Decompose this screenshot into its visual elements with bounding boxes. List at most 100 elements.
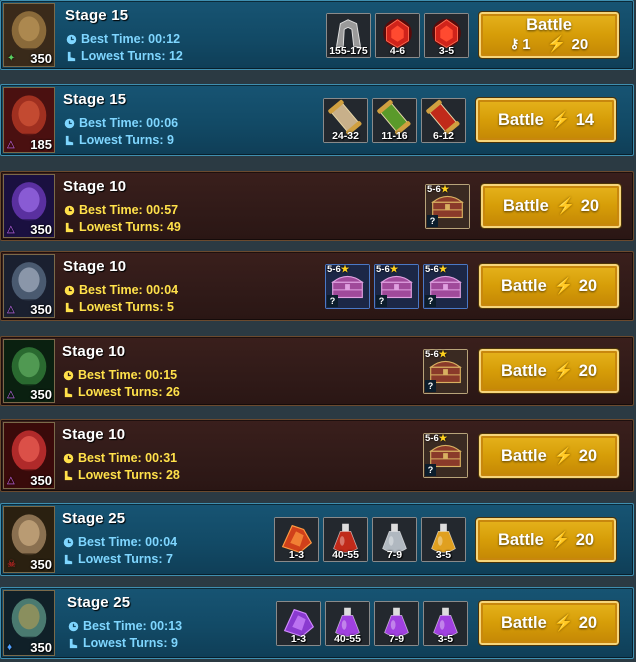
- stage-row: 350 △ Stage 10 Best Time: 00:31 Lowest Turns…: [0, 419, 634, 492]
- star-range: 5-6: [376, 264, 390, 275]
- lightning-icon: ⚡: [546, 36, 567, 53]
- reward-item[interactable]: 7-9: [372, 517, 417, 562]
- reward-range: 3-5: [438, 45, 455, 57]
- energy-cost: 20: [578, 276, 598, 295]
- best-time: Best Time: 00:06: [64, 116, 178, 130]
- best-time-text: Best Time: 00:12: [81, 32, 181, 46]
- lowest-turns: Lowest Turns: 7: [63, 552, 173, 566]
- reward-item[interactable]: 5-6★?: [325, 264, 370, 309]
- unknown-badge: ?: [427, 215, 438, 227]
- boot-icon: [67, 51, 76, 61]
- reward-item[interactable]: 5-6★?: [423, 264, 468, 309]
- lightning-icon: ⚡: [553, 615, 574, 632]
- clock-icon: [63, 537, 74, 547]
- reward-item[interactable]: 1-3: [276, 601, 321, 646]
- reward-item[interactable]: 11-16: [372, 98, 417, 143]
- star-icon: ★: [438, 433, 448, 444]
- stage-list: 350 ✦ Stage 15 Best Time: 00:12 Lowest Turns…: [0, 0, 636, 662]
- reward-item[interactable]: 40-55: [325, 601, 370, 646]
- champion-portrait[interactable]: 350 ♦: [3, 590, 55, 656]
- reward-item[interactable]: 5-6★?: [374, 264, 419, 309]
- rewards: 24-32 11-16 6-12: [323, 98, 466, 143]
- purple-triangle-icon: △: [7, 389, 15, 400]
- star-icon: ★: [340, 264, 350, 275]
- reward-range: 24-32: [332, 130, 359, 142]
- battle-button[interactable]: Battle ⚡ 20: [478, 433, 620, 479]
- clock-icon: [64, 285, 75, 295]
- clock-icon: [63, 453, 74, 463]
- lowest-turns-text: Lowest Turns: 7: [78, 552, 173, 566]
- reward-item[interactable]: 155-175: [326, 13, 371, 58]
- stage-title: Stage 10: [62, 343, 126, 360]
- boot-icon: [64, 387, 73, 397]
- star-icon: ★: [389, 264, 399, 275]
- reward-stars: 5-6★: [425, 433, 447, 444]
- battle-button[interactable]: Battle ⚡ 20: [478, 600, 620, 646]
- reward-item[interactable]: 24-32: [323, 98, 368, 143]
- lowest-turns: Lowest Turns: 5: [64, 300, 174, 314]
- best-time-text: Best Time: 00:04: [78, 535, 178, 549]
- key-cost: 1: [522, 35, 531, 53]
- champion-level: 350: [30, 640, 52, 655]
- battle-button[interactable]: Battle ⚡ 20: [480, 183, 622, 229]
- lowest-turns: Lowest Turns: 26: [63, 385, 180, 399]
- rewards: 5-6★?: [425, 184, 470, 229]
- lowest-turns-text: Lowest Turns: 49: [79, 220, 181, 234]
- reward-item[interactable]: 5-6★?: [425, 184, 470, 229]
- battle-button[interactable]: Battle ⚡ 20: [475, 517, 617, 563]
- champion-level: 185: [30, 137, 52, 152]
- best-time: Best Time: 00:57: [64, 203, 178, 217]
- green-leaf-icon: ✦: [7, 53, 16, 64]
- stage-row: 350 ☠ Stage 25 Best Time: 00:04 Lowest Turns…: [0, 503, 634, 576]
- champion-portrait[interactable]: 350 △: [3, 254, 55, 318]
- reward-range: 1-3: [288, 549, 305, 561]
- champion-portrait[interactable]: 185 △: [3, 87, 55, 153]
- reward-item[interactable]: 5-6★?: [423, 349, 468, 394]
- reward-item[interactable]: 4-6: [375, 13, 420, 58]
- reward-range: 155-175: [329, 45, 368, 57]
- reward-item[interactable]: 1-3: [274, 517, 319, 562]
- lightning-icon: ⚡: [550, 112, 571, 129]
- battle-button[interactable]: Battle ⚡ 14: [475, 97, 617, 143]
- champion-portrait[interactable]: 350 △: [3, 339, 55, 403]
- reward-item[interactable]: 3-5: [423, 601, 468, 646]
- reward-item[interactable]: 3-5: [421, 517, 466, 562]
- best-time-text: Best Time: 00:31: [78, 451, 178, 465]
- battle-label: Battle: [502, 196, 549, 215]
- battle-button[interactable]: Battle ⚡ 20: [478, 263, 620, 309]
- reward-item[interactable]: 3-5: [424, 13, 469, 58]
- reward-item[interactable]: 40-55: [323, 517, 368, 562]
- best-time: Best Time: 00:12: [66, 32, 180, 46]
- champion-portrait[interactable]: 350 △: [3, 422, 55, 489]
- purple-triangle-icon: △: [7, 475, 15, 486]
- battle-button[interactable]: Battle ⚡ 20: [478, 348, 620, 394]
- energy-cost: 20: [580, 196, 600, 215]
- stage-title: Stage 15: [65, 7, 129, 24]
- champion-portrait[interactable]: 350 △: [3, 174, 55, 238]
- champion-level: 350: [30, 51, 52, 66]
- battle-label: Battle: [497, 110, 544, 129]
- unknown-badge: ?: [425, 464, 436, 476]
- stage-row: 350 ✦ Stage 15 Best Time: 00:12 Lowest Turns…: [0, 0, 634, 70]
- battle-button[interactable]: Battle ⚷ 1 ⚡ 20: [478, 11, 620, 59]
- boot-icon: [64, 554, 73, 564]
- best-time: Best Time: 00:31: [63, 451, 177, 465]
- clock-icon: [64, 205, 75, 215]
- best-time: Best Time: 00:13: [68, 619, 182, 633]
- reward-item[interactable]: 7-9: [374, 601, 419, 646]
- energy-cost: 20: [571, 35, 589, 53]
- blue-drop-icon: ♦: [7, 642, 13, 653]
- champion-level: 350: [30, 557, 52, 572]
- boot-icon: [65, 302, 74, 312]
- energy-cost: 14: [575, 110, 595, 129]
- champion-portrait[interactable]: 350 ☠: [3, 506, 55, 573]
- energy-cost: 20: [578, 446, 598, 465]
- battle-label: Battle: [500, 446, 547, 465]
- reward-item[interactable]: 5-6★?: [423, 433, 468, 478]
- reward-item[interactable]: 6-12: [421, 98, 466, 143]
- lightning-icon: ⚡: [553, 278, 574, 295]
- battle-label: Battle: [500, 613, 547, 632]
- reward-range: 40-55: [332, 549, 359, 561]
- rewards: 5-6★? 5-6★? 5-6★?: [325, 264, 468, 309]
- champion-portrait[interactable]: 350 ✦: [3, 3, 55, 67]
